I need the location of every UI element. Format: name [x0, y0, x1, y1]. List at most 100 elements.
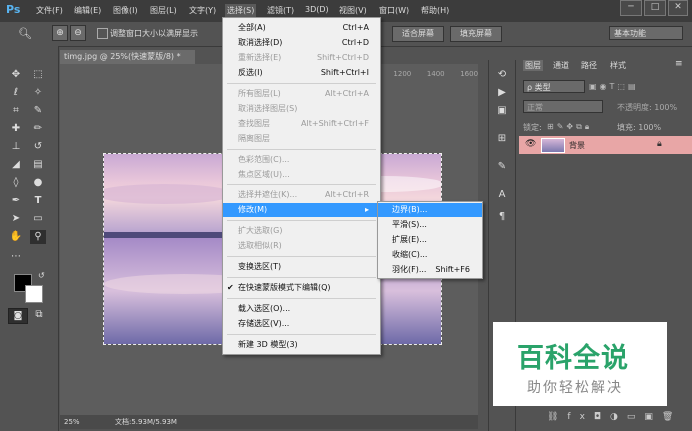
marquee-tool-icon[interactable]: ⬚	[30, 68, 46, 82]
menu-item-modify[interactable]: 修改(M) ▸	[223, 203, 380, 217]
workspace-select[interactable]: 基本功能	[609, 26, 683, 40]
shape-tool-icon[interactable]: ▭	[30, 212, 46, 226]
background-color[interactable]	[25, 285, 43, 303]
tab-paths[interactable]: 路径	[581, 60, 597, 71]
clone-stamp-icon[interactable]: ⊥	[8, 140, 24, 154]
modify-submenu: 边界(B)... 平滑(S)... 扩展(E)... 收缩(C)... 羽化(F…	[377, 201, 483, 279]
blur-tool-icon[interactable]: ◊	[8, 176, 24, 190]
menu-filter[interactable]: 滤镜(T)	[267, 5, 294, 16]
visibility-eye-icon[interactable]: 👁︎	[525, 139, 536, 149]
zoom-tool-icon[interactable]: ⚲	[30, 230, 46, 244]
layer-row-background[interactable]: 👁︎ 背景 🔒︎	[519, 136, 692, 154]
submenu-item-contract[interactable]: 收缩(C)...	[378, 248, 482, 262]
properties-panel-icon[interactable]: ⊞	[494, 132, 510, 146]
actions-panel-icon[interactable]: ▶	[494, 86, 510, 100]
minimize-button[interactable]: ─	[620, 0, 642, 16]
submenu-item-expand[interactable]: 扩展(E)...	[378, 233, 482, 247]
menu-select[interactable]: 选择(S)	[225, 4, 257, 17]
panel-menu-icon[interactable]: ≡	[675, 59, 683, 69]
menu-item-reselect[interactable]: 重新选择(E) Shift+Ctrl+D	[223, 51, 380, 65]
menu-separator	[227, 149, 376, 150]
menu-item-load-selection[interactable]: 载入选区(O)...	[223, 302, 380, 316]
hand-tool-icon[interactable]: ✋	[8, 230, 24, 244]
magic-wand-icon[interactable]: ✧	[30, 86, 46, 100]
menu-image[interactable]: 图像(I)	[113, 5, 138, 16]
menu-item-deselect[interactable]: 取消选择(D) Ctrl+D	[223, 36, 380, 50]
menu-type[interactable]: 文字(Y)	[189, 5, 216, 16]
brush-tool-icon[interactable]: ✏	[30, 122, 46, 136]
eyedropper-icon[interactable]: ✎	[30, 104, 46, 118]
menu-item-select-all[interactable]: 全部(A) Ctrl+A	[223, 21, 380, 35]
layer-footer-icons[interactable]: ⛓fx◘◑▭▣🗑	[547, 412, 682, 422]
tab-styles[interactable]: 样式	[610, 60, 626, 71]
menu-item-isolate-layers[interactable]: 隔离图层	[223, 132, 380, 146]
menu-3d[interactable]: 3D(D)	[305, 5, 329, 14]
layer-name[interactable]: 背景	[569, 140, 585, 151]
menu-view[interactable]: 视图(V)	[339, 5, 367, 16]
maximize-button[interactable]: □	[644, 0, 666, 16]
menu-item-save-selection[interactable]: 存储选区(V)...	[223, 317, 380, 331]
pen-tool-icon[interactable]: ✒	[8, 194, 24, 208]
menu-item-focus-area[interactable]: 焦点区域(U)...	[223, 168, 380, 182]
tab-layers[interactable]: 图层	[523, 60, 543, 71]
menu-edit[interactable]: 编辑(E)	[74, 5, 101, 16]
resize-windows-checkbox[interactable]	[97, 28, 108, 39]
resize-windows-label: 调整窗口大小以满屏显示	[110, 29, 198, 38]
move-tool-icon[interactable]: ✥	[8, 68, 24, 82]
menu-item-grow[interactable]: 扩大选取(G)	[223, 224, 380, 238]
close-button[interactable]: ✕	[668, 0, 688, 16]
menu-layer[interactable]: 图层(L)	[150, 5, 177, 16]
layer-filter-select[interactable]: ρ 类型	[523, 80, 585, 93]
menu-item-color-range[interactable]: 色彩范围(C)...	[223, 153, 380, 167]
screen-mode-icon[interactable]: ⧉	[31, 308, 47, 322]
menu-item-deselect-layers[interactable]: 取消选择图层(S)	[223, 102, 380, 116]
menu-item-new-3d-model[interactable]: 新建 3D 模型(3)	[223, 338, 380, 352]
zoom-level[interactable]: 25%	[64, 415, 80, 429]
character-panel-icon[interactable]: A	[494, 188, 510, 202]
menu-item-quick-mask[interactable]: ✔ 在快速蒙版模式下编辑(Q)	[223, 281, 380, 295]
lasso-tool-icon[interactable]: ℓ	[8, 86, 24, 100]
quick-mask-icon[interactable]: ◙	[8, 308, 28, 324]
fill-screen-button[interactable]: 填充屏幕	[450, 26, 502, 42]
tab-channels[interactable]: 通道	[553, 60, 569, 71]
menu-separator	[227, 334, 376, 335]
lock-icons[interactable]: ⊞✎✥⧉🔒︎	[547, 122, 592, 132]
submenu-item-feather[interactable]: 羽化(F)... Shift+F6	[378, 263, 482, 277]
menu-separator	[227, 220, 376, 221]
opacity-field[interactable]: 不透明度: 100%	[617, 102, 677, 113]
menu-item-all-layers[interactable]: 所有图层(L) Alt+Ctrl+A	[223, 87, 380, 101]
menu-item-inverse[interactable]: 反选(I) Shift+Ctrl+I	[223, 66, 380, 80]
menu-separator	[227, 83, 376, 84]
dodge-tool-icon[interactable]: ●	[30, 176, 46, 190]
menu-item-transform-selection[interactable]: 变换选区(T)	[223, 260, 380, 274]
submenu-item-smooth[interactable]: 平滑(S)...	[378, 218, 482, 232]
history-brush-icon[interactable]: ↺	[30, 140, 46, 154]
healing-brush-icon[interactable]: ✚	[8, 122, 24, 136]
fit-screen-button[interactable]: 适合屏幕	[392, 26, 444, 42]
history-panel-icon[interactable]: ⟲	[494, 68, 510, 82]
menu-item-select-and-mask[interactable]: 选择并遮住(K)... Alt+Ctrl+R	[223, 188, 380, 202]
path-selection-icon[interactable]: ➤	[8, 212, 24, 226]
swap-colors-icon[interactable]: ↺	[38, 271, 45, 280]
brush-panel-icon[interactable]: ✎	[494, 160, 510, 174]
filter-icons[interactable]: ▣◉T⬚▤	[589, 82, 639, 91]
menu-file[interactable]: 文件(F)	[36, 5, 63, 16]
submenu-item-border[interactable]: 边界(B)...	[378, 203, 482, 217]
type-tool-icon[interactable]: T	[30, 194, 46, 208]
menu-window[interactable]: 窗口(W)	[379, 5, 409, 16]
zoom-out-icon[interactable]: ⊖	[70, 25, 86, 41]
blend-mode-select[interactable]: 正常	[523, 100, 603, 113]
menu-help[interactable]: 帮助(H)	[421, 5, 449, 16]
gradient-tool-icon[interactable]: ▤	[30, 158, 46, 172]
eraser-icon[interactable]: ◢	[8, 158, 24, 172]
watermark-title: 百科全说	[517, 343, 629, 374]
fill-field[interactable]: 填充: 100%	[617, 122, 661, 133]
paragraph-panel-icon[interactable]: ¶	[494, 210, 510, 224]
crop-tool-icon[interactable]: ⌗	[8, 104, 24, 118]
menu-item-similar[interactable]: 选取相似(R)	[223, 239, 380, 253]
menu-item-find-layers[interactable]: 查找图层 Alt+Shift+Ctrl+F	[223, 117, 380, 131]
zoom-in-icon[interactable]: ⊕	[52, 25, 68, 41]
libraries-panel-icon[interactable]: ▣	[494, 104, 510, 118]
more-tools-icon[interactable]: ⋯	[8, 250, 24, 264]
document-tab[interactable]: timg.jpg @ 25%(快速蒙版/8) *	[60, 50, 195, 64]
